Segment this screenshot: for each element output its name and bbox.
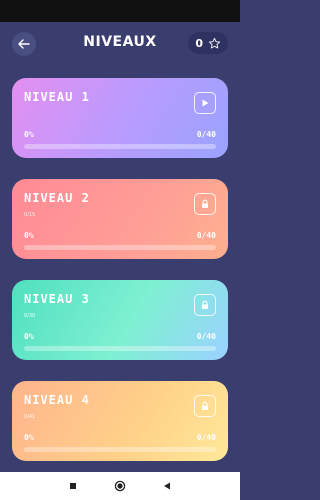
level-card-2[interactable]: NIVEAU 2 0/15 0% 0/40	[12, 179, 228, 259]
progress-bar	[24, 144, 216, 149]
progress-percent: 0%	[24, 231, 34, 240]
level-card-4[interactable]: NIVEAU 4 0/41 0% 0/40	[12, 381, 228, 461]
star-counter: 0	[188, 32, 228, 54]
back-nav-button[interactable]	[160, 479, 174, 493]
level-subtitle: 0/15	[24, 212, 36, 218]
level-title: NIVEAU 3	[24, 292, 90, 306]
progress-bar	[24, 447, 216, 452]
progress-count: 0/40	[196, 231, 216, 240]
level-list: NIVEAU 1 0% 0/40 NIVEAU 2 0/15 0% 0/40 N…	[12, 78, 228, 482]
home-button[interactable]	[113, 479, 127, 493]
progress-bar	[24, 245, 216, 250]
home-circle-icon	[114, 480, 126, 492]
star-count: 0	[195, 36, 203, 50]
level-card-3[interactable]: NIVEAU 3 0/30 0% 0/40	[12, 280, 228, 360]
progress-count: 0/40	[196, 130, 216, 139]
progress-percent: 0%	[24, 433, 34, 442]
lock-button[interactable]	[194, 294, 216, 316]
progress-percent: 0%	[24, 332, 34, 341]
back-triangle-icon	[163, 482, 170, 490]
play-button[interactable]	[194, 92, 216, 114]
level-title: NIVEAU 4	[24, 393, 90, 407]
level-title: NIVEAU 2	[24, 191, 90, 205]
progress-count: 0/40	[196, 332, 216, 341]
lock-icon	[202, 401, 208, 410]
level-subtitle: 0/30	[24, 313, 36, 319]
system-nav-bar	[0, 472, 240, 500]
lock-button[interactable]	[194, 193, 216, 215]
stop-square-icon	[70, 483, 77, 489]
level-card-1[interactable]: NIVEAU 1 0% 0/40	[12, 78, 228, 158]
play-icon	[202, 99, 209, 107]
lock-button[interactable]	[194, 395, 216, 417]
progress-count: 0/40	[196, 433, 216, 442]
header: NIVEAUX 0	[0, 22, 240, 66]
level-title: NIVEAU 1	[24, 90, 90, 104]
status-bar	[0, 0, 240, 22]
progress-percent: 0%	[24, 130, 34, 139]
recents-button[interactable]	[66, 479, 80, 493]
lock-icon	[202, 300, 208, 309]
lock-icon	[202, 199, 208, 208]
progress-bar	[24, 346, 216, 351]
level-subtitle: 0/41	[24, 414, 36, 420]
star-outline-icon	[208, 37, 220, 48]
